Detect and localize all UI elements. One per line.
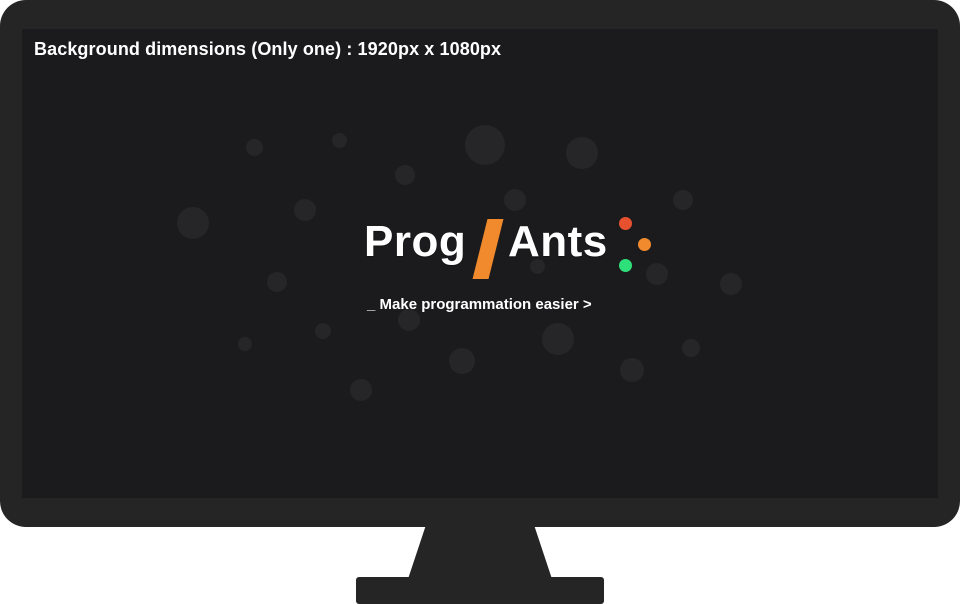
background-bubble <box>177 207 209 239</box>
background-bubble <box>504 189 526 211</box>
background-bubble <box>566 137 598 169</box>
background-bubble <box>238 337 252 351</box>
background-bubble <box>620 358 644 382</box>
background-bubble <box>720 273 742 295</box>
background-bubble <box>315 323 331 339</box>
monitor-frame: Background dimensions (Only one) : 1920p… <box>0 0 960 527</box>
progants-logo: Prog Ants <box>362 209 662 279</box>
background-bubble <box>673 190 693 210</box>
logo-text-prog: Prog <box>364 217 467 266</box>
background-dimensions-text: Background dimensions (Only one) : 1920p… <box>34 39 502 59</box>
logo-slash <box>472 219 504 279</box>
monitor-base <box>356 577 604 604</box>
background-bubble <box>465 125 505 165</box>
background-bubble <box>350 379 372 401</box>
monitor-screen: Background dimensions (Only one) : 1920p… <box>22 29 938 498</box>
background-bubble <box>246 139 263 156</box>
background-bubble <box>294 199 316 221</box>
logo-dot-red <box>619 217 632 230</box>
background-bubble <box>332 133 347 148</box>
background-bubble <box>395 165 415 185</box>
background-bubble <box>449 348 475 374</box>
background-bubble <box>267 272 287 292</box>
tagline: _ Make programmation easier > <box>367 296 592 313</box>
background-bubble <box>542 323 574 355</box>
monitor-stand <box>408 527 552 579</box>
logo-text-ants: Ants <box>508 217 608 266</box>
logo-dot-green <box>619 259 632 272</box>
background-bubble <box>682 339 700 357</box>
logo-dot-orange <box>638 238 651 251</box>
